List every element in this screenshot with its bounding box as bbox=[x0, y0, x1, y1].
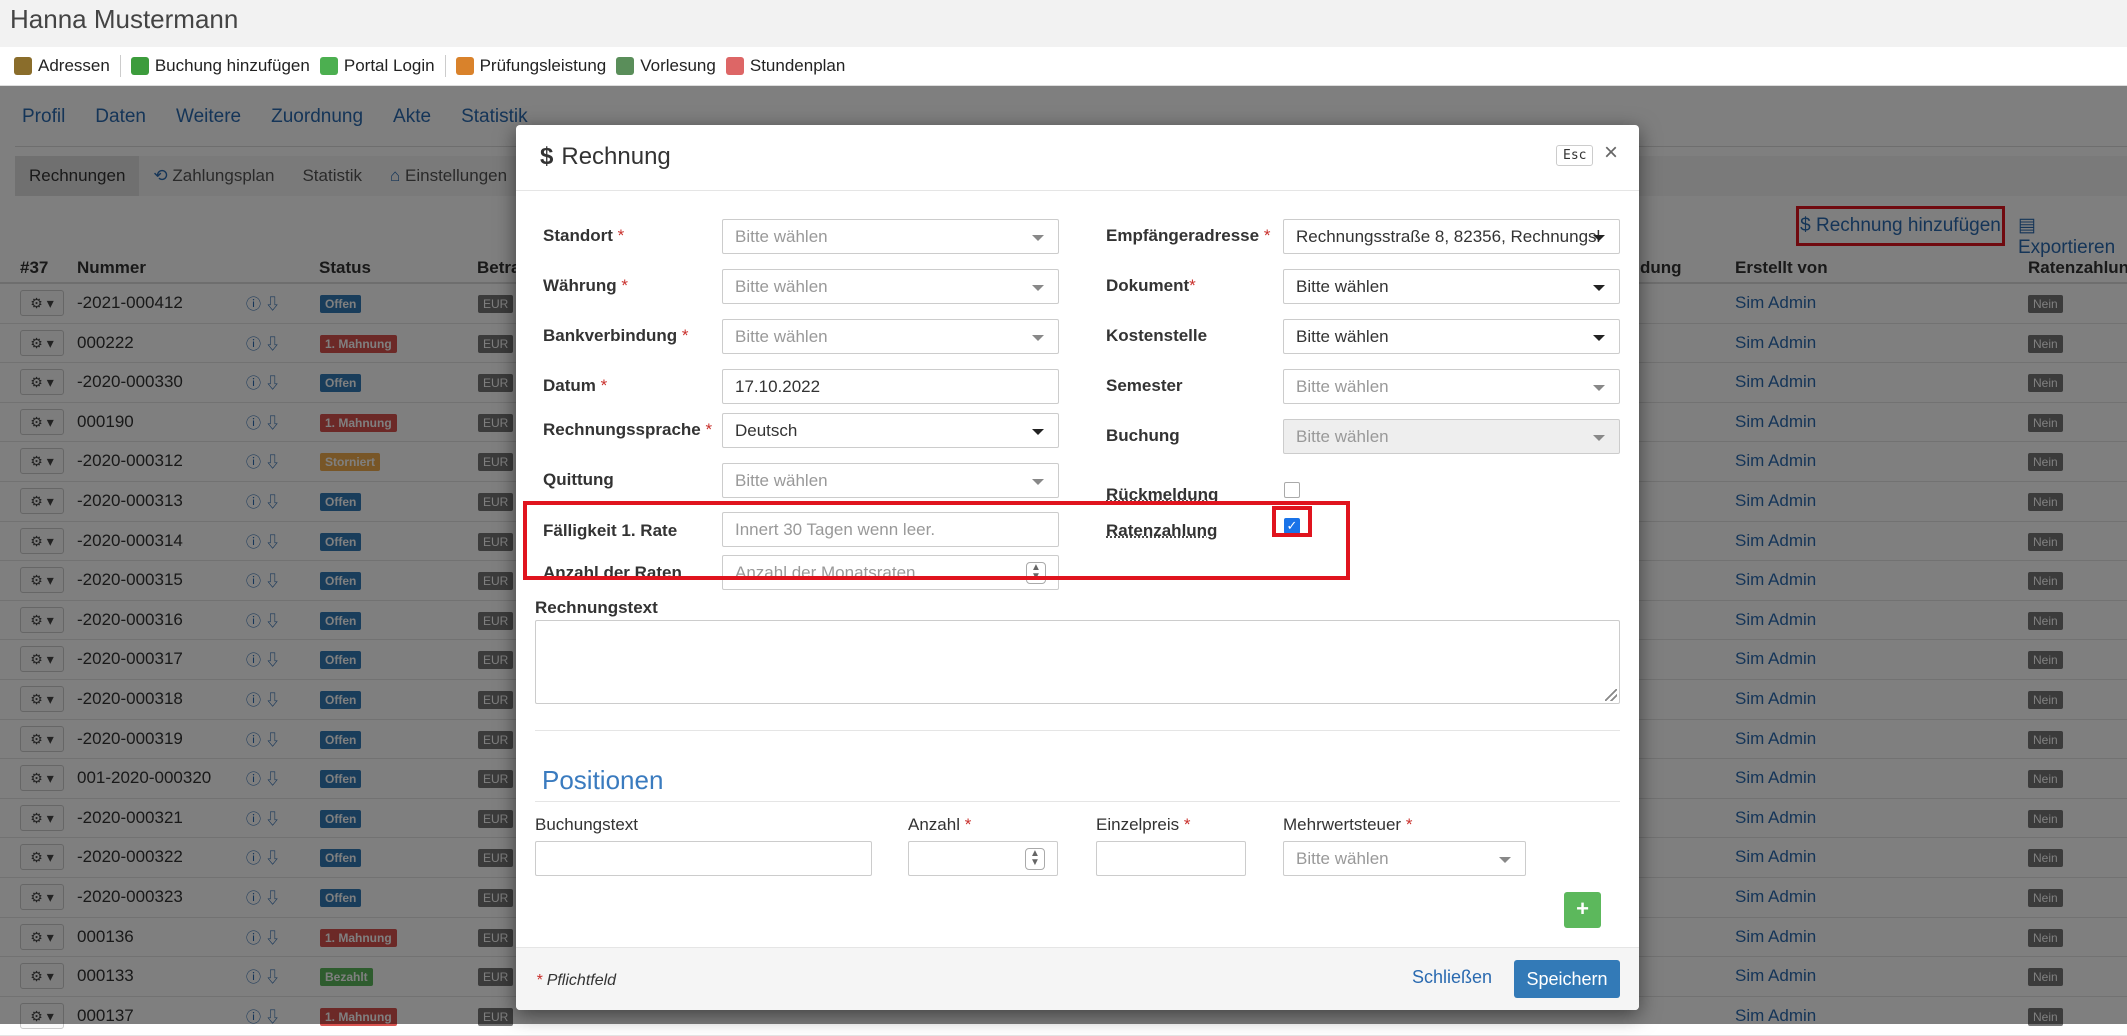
add-position-button[interactable]: + bbox=[1564, 892, 1601, 928]
chevron-down-icon bbox=[1032, 285, 1044, 291]
toolbar-item-label: Adressen bbox=[38, 56, 110, 75]
highlight-installment-fields bbox=[523, 501, 1350, 580]
divider bbox=[535, 730, 1620, 731]
spinner-icon[interactable]: ▲ ▼ bbox=[1025, 848, 1045, 870]
anzahl-label: Anzahl * bbox=[908, 815, 972, 834]
dokument-select[interactable]: Bitte wählen bbox=[1283, 269, 1620, 304]
close-icon[interactable]: × bbox=[1604, 139, 1618, 167]
resize-handle-icon[interactable] bbox=[1605, 689, 1617, 701]
bankverbindung-label: Bankverbindung * bbox=[543, 326, 689, 345]
esc-key-hint: Esc bbox=[1556, 145, 1594, 166]
dollar-icon: $ bbox=[540, 143, 554, 170]
toolbar-item[interactable]: Vorlesung bbox=[616, 56, 716, 76]
palette-icon bbox=[455, 57, 474, 75]
rechnungssprache-select[interactable]: Deutsch bbox=[722, 413, 1059, 448]
chevron-down-icon bbox=[1032, 335, 1044, 341]
buchungstext-label: Buchungstext bbox=[535, 815, 639, 834]
chevron-down-icon bbox=[1032, 429, 1044, 435]
toolbar-item-label: Vorlesung bbox=[640, 56, 716, 75]
modal-title: $ Rechnung bbox=[540, 143, 671, 170]
globe-icon bbox=[319, 57, 338, 75]
einzelpreis-label: Einzelpreis * bbox=[1096, 815, 1191, 834]
toolbar-item-label: Buchung hinzufügen bbox=[154, 56, 310, 75]
datum-input[interactable]: 17.10.2022 bbox=[722, 369, 1059, 404]
user-name-title: Hanna Mustermann bbox=[0, 0, 2127, 47]
mehrwertsteuer-select[interactable]: Bitte wählen bbox=[1283, 841, 1526, 876]
highlight-ratenzahlung-checkbox bbox=[1272, 506, 1312, 537]
chevron-down-icon bbox=[1499, 857, 1511, 863]
divider bbox=[535, 801, 1620, 802]
datum-label: Datum * bbox=[543, 376, 608, 395]
kostenstelle-label: Kostenstelle bbox=[1106, 326, 1208, 345]
rechnungstext-label: Rechnungstext bbox=[535, 598, 658, 617]
buchung-select[interactable]: Bitte wählen bbox=[1283, 419, 1620, 454]
bankverbindung-select[interactable]: Bitte wählen bbox=[722, 319, 1059, 354]
standort-label: Standort * bbox=[543, 226, 625, 245]
chevron-down-icon bbox=[1032, 235, 1044, 241]
chevron-down-icon bbox=[1032, 479, 1044, 485]
required-note: * Pflichtfeld bbox=[536, 972, 617, 989]
semester-label: Semester bbox=[1106, 376, 1183, 395]
toolbar-item[interactable]: Prüfungsleistung bbox=[455, 56, 607, 76]
toolbar: Adressen Buchung hinzufügen Portal Login Pr… bbox=[0, 47, 2127, 86]
close-button[interactable]: Schließen bbox=[1412, 967, 1492, 988]
empfaengeradresse-select[interactable]: Rechnungsstraße 8, 82356, Rechnungsl bbox=[1283, 219, 1620, 254]
toolbar-item[interactable]: Portal Login bbox=[319, 56, 435, 76]
empfaengeradresse-label: Empfängeradresse * bbox=[1106, 226, 1271, 245]
toolbar-item-label: Stundenplan bbox=[749, 56, 846, 75]
lecture-icon bbox=[616, 57, 635, 75]
calendar-icon bbox=[725, 57, 744, 75]
mehrwertsteuer-label: Mehrwertsteuer * bbox=[1283, 815, 1413, 834]
quittung-select[interactable]: Bitte wählen bbox=[722, 463, 1059, 498]
chevron-down-icon bbox=[1593, 435, 1605, 441]
chevron-down-icon bbox=[1593, 385, 1605, 391]
chevron-down-icon bbox=[1593, 285, 1605, 291]
rueckmeldung-checkbox[interactable] bbox=[1284, 482, 1300, 498]
buchungstext-input[interactable] bbox=[535, 841, 872, 876]
buchung-label: Buchung bbox=[1106, 426, 1180, 445]
dokument-label: Dokument* bbox=[1106, 276, 1196, 295]
chevron-down-icon bbox=[1593, 235, 1605, 241]
toolbar-item-label: Prüfungsleistung bbox=[479, 56, 607, 75]
toolbar-separator bbox=[444, 55, 446, 77]
einzelpreis-input[interactable] bbox=[1096, 841, 1246, 876]
semester-select[interactable]: Bitte wählen bbox=[1283, 369, 1620, 404]
toolbar-item[interactable]: Stundenplan bbox=[725, 56, 846, 76]
modal-header: $ Rechnung Esc × bbox=[516, 125, 1639, 191]
invoice-modal: $ Rechnung Esc × Standort * Bitte wählen … bbox=[516, 125, 1639, 1010]
add-circle-icon bbox=[130, 57, 149, 75]
waehrung-select[interactable]: Bitte wählen bbox=[722, 269, 1059, 304]
save-button[interactable]: Speichern bbox=[1514, 960, 1620, 998]
address-book-icon bbox=[14, 57, 32, 75]
quittung-label: Quittung bbox=[543, 470, 614, 489]
toolbar-separator bbox=[119, 55, 121, 77]
anzahl-input[interactable]: ▲ ▼ bbox=[908, 841, 1058, 876]
modal-footer: * Pflichtfeld Schließen Speichern bbox=[516, 947, 1639, 1010]
waehrung-label: Währung * bbox=[543, 276, 629, 295]
toolbar-item[interactable]: Buchung hinzufügen bbox=[130, 56, 310, 76]
kostenstelle-select[interactable]: Bitte wählen bbox=[1283, 319, 1620, 354]
standort-select[interactable]: Bitte wählen bbox=[722, 219, 1059, 254]
positionen-heading: Positionen bbox=[542, 765, 664, 795]
toolbar-item[interactable]: Adressen bbox=[14, 56, 110, 76]
chevron-down-icon bbox=[1593, 335, 1605, 341]
rechnungssprache-label: Rechnungssprache * bbox=[543, 420, 713, 439]
toolbar-item-label: Portal Login bbox=[343, 56, 435, 75]
rechnungstext-textarea[interactable] bbox=[535, 620, 1620, 704]
